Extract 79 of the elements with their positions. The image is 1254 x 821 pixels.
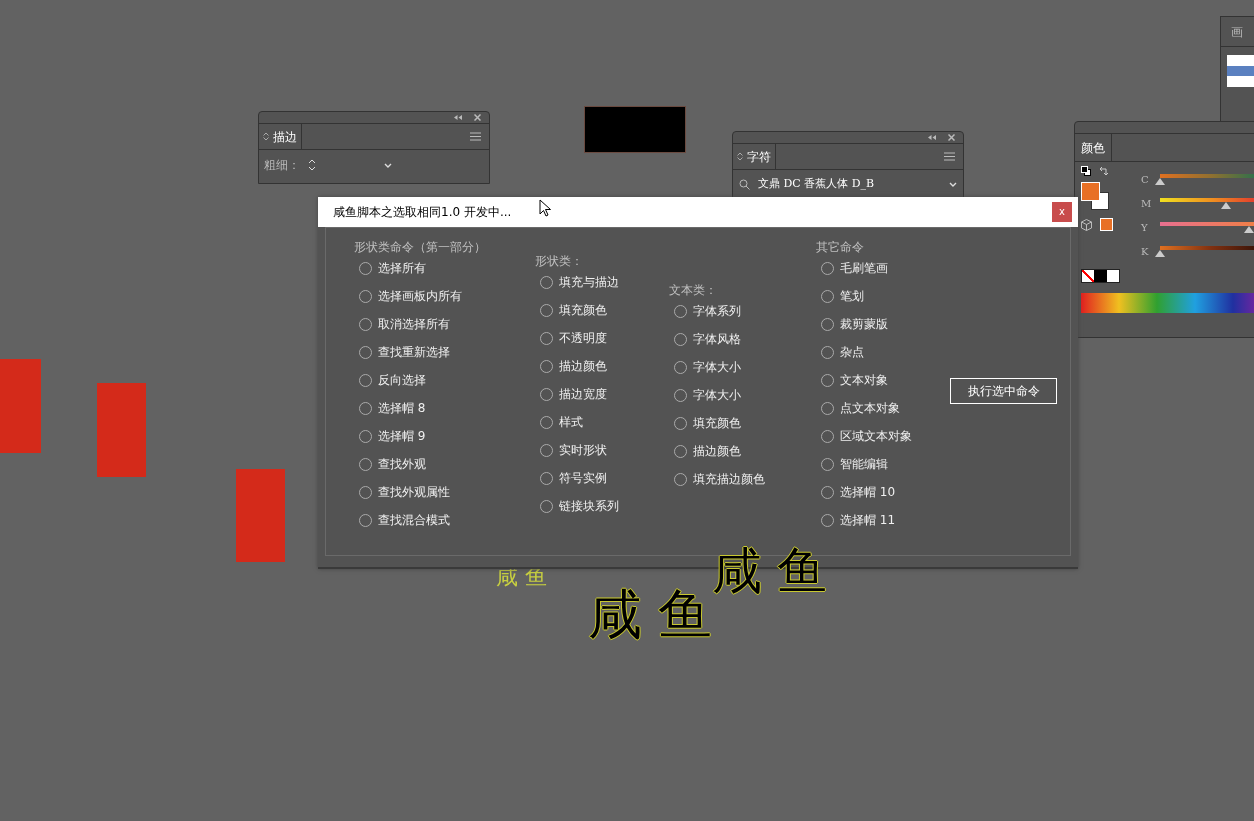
close-icon[interactable] (474, 114, 481, 121)
swap-arrow-icon[interactable] (1099, 166, 1109, 176)
tab-label: 字符 (747, 148, 771, 166)
tab-label[interactable]: 画 (1231, 22, 1243, 41)
tab-label: 描边 (273, 128, 297, 146)
color-swatch[interactable] (1100, 218, 1113, 231)
collapse-icon[interactable] (928, 135, 936, 140)
radio-option[interactable]: 点文本对象 (821, 394, 950, 422)
radio-option[interactable]: 反向选择 (359, 366, 535, 394)
radio-option[interactable]: 填充与描边 (540, 268, 669, 296)
radio-option[interactable]: 字体大小 (674, 381, 816, 409)
menu-icon[interactable] (470, 132, 481, 141)
radio-option[interactable]: 查找外观 (359, 450, 535, 478)
radio-option[interactable]: 文本对象 (821, 366, 950, 394)
channel-label: K (1141, 245, 1149, 259)
dialog-title: 咸鱼脚本之选取相同1.0 开发中... (333, 204, 512, 221)
radio-option[interactable]: 毛刷笔画 (821, 254, 950, 282)
font-name[interactable]: 文鼎 DC 香蕉人体 D_B (758, 175, 875, 193)
radio-option[interactable]: 杂点 (821, 338, 950, 366)
search-icon[interactable] (739, 178, 750, 190)
radio-option[interactable]: 字体系列 (674, 297, 816, 325)
radio-option[interactable]: 选择帽 9 (359, 422, 535, 450)
default-colors-icon[interactable] (1081, 166, 1091, 176)
radio-option[interactable]: 描边颜色 (674, 437, 816, 465)
radio-option[interactable]: 字体风格 (674, 325, 816, 353)
slider-thumb[interactable] (1220, 201, 1231, 209)
slider-thumb[interactable] (1155, 177, 1165, 185)
collapse-icon[interactable] (454, 115, 462, 120)
dropdown-icon[interactable] (949, 181, 957, 187)
color-swatch[interactable] (1094, 270, 1107, 282)
section-heading: 其它命令 (816, 240, 865, 254)
radio-option[interactable]: 查找外观属性 (359, 478, 535, 506)
radio-option[interactable]: 实时形状 (540, 436, 669, 464)
close-button[interactable]: x (1052, 202, 1072, 222)
radio-option[interactable]: 选择所有 (359, 254, 535, 282)
radio-option[interactable]: 查找混合模式 (359, 506, 535, 534)
radio-option[interactable]: 描边颜色 (540, 352, 669, 380)
dropdown-icon[interactable] (384, 162, 392, 168)
close-icon[interactable] (948, 134, 955, 141)
menu-icon[interactable] (944, 152, 955, 161)
channel-label: C (1141, 173, 1149, 187)
radio-option[interactable]: 填充描边颜色 (674, 465, 816, 493)
color-slider[interactable] (1155, 173, 1254, 186)
color-spectrum[interactable] (1081, 293, 1254, 313)
cube-icon[interactable] (1081, 218, 1092, 231)
none-swatch[interactable] (1082, 270, 1095, 282)
radio-option[interactable]: 笔划 (821, 282, 950, 310)
slider-thumb[interactable] (1243, 225, 1254, 233)
color-slider[interactable] (1155, 245, 1254, 258)
radio-option[interactable]: 样式 (540, 408, 669, 436)
section-heading: 形状类： (535, 254, 584, 268)
sort-icon (737, 152, 743, 161)
section-heading: 文本类： (669, 283, 718, 297)
radio-option[interactable]: 字体大小 (674, 353, 816, 381)
radio-option[interactable]: 查找重新选择 (359, 338, 535, 366)
execute-button[interactable]: 执行选中命令 (950, 378, 1057, 404)
panel-tab[interactable]: 颜色 (1075, 134, 1112, 161)
slider-thumb[interactable] (1155, 249, 1165, 257)
radio-option[interactable]: 区域文本对象 (821, 422, 950, 450)
radio-option[interactable]: 填充颜色 (540, 296, 669, 324)
channel-label: Y (1141, 221, 1149, 235)
radio-option[interactable]: 选择画板内所有 (359, 282, 535, 310)
section-heading: 形状类命令（第一部分） (354, 240, 487, 254)
sort-icon (263, 132, 269, 141)
stepper-icon[interactable] (308, 158, 316, 172)
weight-label: 粗细： (264, 157, 300, 174)
radio-option[interactable]: 不透明度 (540, 324, 669, 352)
radio-option[interactable]: 符号实例 (540, 464, 669, 492)
radio-option[interactable]: 取消选择所有 (359, 310, 535, 338)
radio-option[interactable]: 裁剪蒙版 (821, 310, 950, 338)
radio-option[interactable]: 选择帽 10 (821, 478, 950, 506)
radio-option[interactable]: 智能编辑 (821, 450, 950, 478)
radio-option[interactable]: 选择帽 11 (821, 506, 950, 534)
radio-option[interactable]: 链接块系列 (540, 492, 669, 520)
radio-option[interactable]: 描边宽度 (540, 380, 669, 408)
radio-option[interactable]: 选择帽 8 (359, 394, 535, 422)
channel-label: M (1141, 197, 1149, 211)
fill-stroke-swatch[interactable] (1081, 182, 1111, 212)
radio-option[interactable]: 填充颜色 (674, 409, 816, 437)
